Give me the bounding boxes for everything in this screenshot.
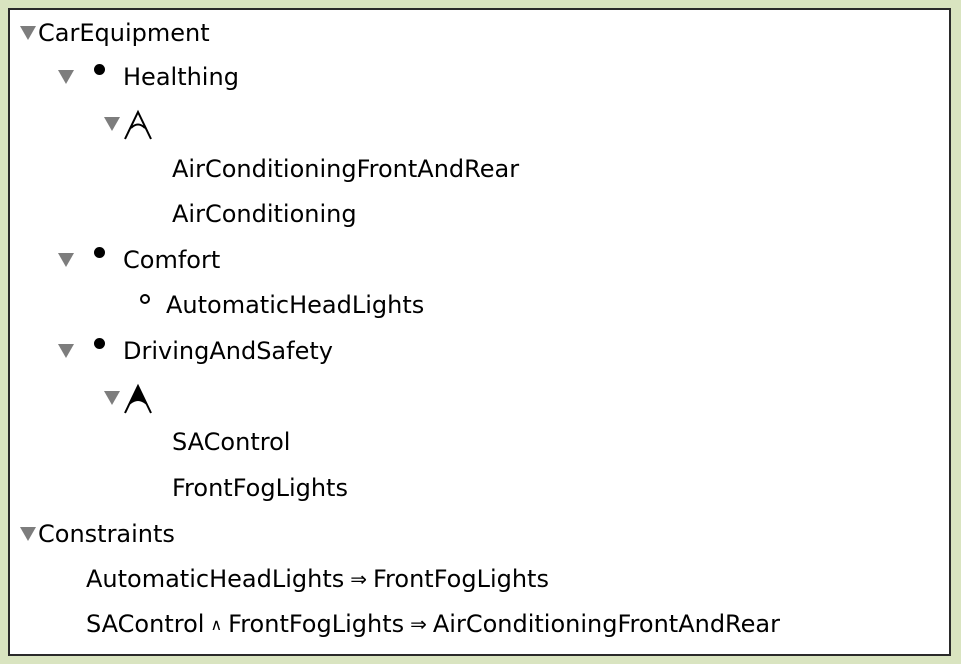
disclosure-triangle-icon[interactable] <box>20 26 36 40</box>
disclosure-triangle-icon[interactable] <box>58 344 74 358</box>
feature-label-healthing: Healthing <box>123 63 239 91</box>
disclosure-triangle-icon[interactable] <box>58 70 74 84</box>
feature-label: AirConditioning <box>172 200 357 228</box>
feature-label-comfort: Comfort <box>123 246 221 274</box>
tree-row-automatic-head-lights: AutomaticHeadLights <box>140 287 424 323</box>
disclosure-triangle-icon[interactable] <box>58 253 74 267</box>
constraint-middle: FrontFogLights <box>228 610 405 638</box>
tree-row-sa-control: SAControl <box>172 424 290 460</box>
implies-symbol: ⇒ <box>410 612 427 636</box>
constraint-left: AutomaticHeadLights <box>86 565 345 593</box>
disclosure-triangle-icon[interactable] <box>104 391 120 405</box>
disclosure-triangle-icon[interactable] <box>104 117 120 131</box>
feature-tree-panel: CarEquipment Healthing AirConditioningFr… <box>8 8 951 656</box>
tree-row-car-equipment: CarEquipment <box>20 15 210 51</box>
tree-row-front-fog-lights: FrontFogLights <box>172 470 348 506</box>
tree-row-constraints: Constraints <box>20 516 175 552</box>
tree-row-or-group <box>104 106 156 142</box>
implies-symbol: ⇒ <box>350 567 367 591</box>
constraint-right: FrontFogLights <box>373 565 549 593</box>
optional-circle-icon <box>140 294 150 304</box>
constraint-right: AirConditioningFrontAndRear <box>432 610 780 638</box>
mandatory-dot-icon <box>94 337 105 349</box>
tree-row-comfort: Comfort <box>58 242 220 278</box>
root-feature-label: CarEquipment <box>38 19 210 47</box>
tree-row-air-conditioning-front-and-rear: AirConditioningFrontAndRear <box>172 151 519 187</box>
mandatory-dot-icon <box>94 246 105 258</box>
feature-label-driving-and-safety: DrivingAndSafety <box>123 337 333 365</box>
tree-row-healthing: Healthing <box>58 59 239 95</box>
constraint-row-2: SAControl ∧ FrontFogLights ⇒ AirConditio… <box>86 606 780 642</box>
tree-row-alternative-group <box>104 380 156 416</box>
constraint-row-1: AutomaticHeadLights ⇒ FrontFogLights <box>86 561 549 597</box>
feature-label: SAControl <box>172 428 291 456</box>
feature-label: AutomaticHeadLights <box>166 291 425 319</box>
tree-row-air-conditioning: AirConditioning <box>172 196 357 232</box>
tree-row-driving-and-safety: DrivingAndSafety <box>58 333 333 369</box>
or-group-icon <box>124 109 152 140</box>
mandatory-dot-icon <box>94 63 105 75</box>
constraints-title: Constraints <box>38 520 175 548</box>
feature-label: AirConditioningFrontAndRear <box>172 155 520 183</box>
and-symbol: ∧ <box>210 614 223 634</box>
constraint-left: SAControl <box>86 610 205 638</box>
feature-label: FrontFogLights <box>172 474 348 502</box>
alternative-group-icon <box>124 383 152 414</box>
disclosure-triangle-icon[interactable] <box>20 527 36 541</box>
